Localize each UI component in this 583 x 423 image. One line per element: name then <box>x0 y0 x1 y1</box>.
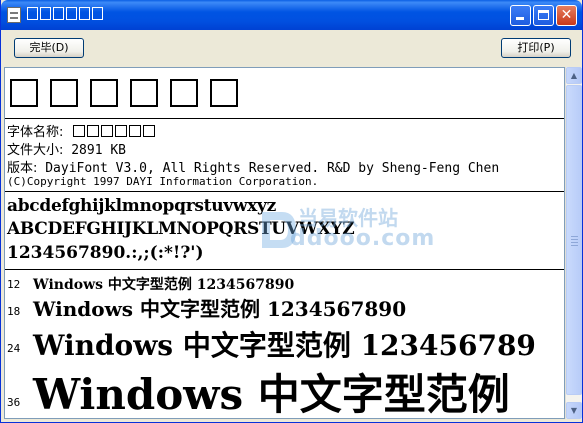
glyph-box <box>90 79 118 107</box>
arrow-up-icon: ▲ <box>570 71 578 80</box>
glyph-box <box>10 79 38 107</box>
glyph-box <box>87 125 100 137</box>
grip-line <box>571 236 578 237</box>
glyph-box <box>129 125 142 137</box>
size-sample-18: Windows 中文字型范例 1234567890 <box>33 297 407 321</box>
scrollbar-thumb[interactable] <box>566 85 582 395</box>
close-icon: ✕ <box>560 7 573 23</box>
version-label: 版本: <box>7 161 38 176</box>
file-size-row: 文件大小: 2891 KB <box>7 139 126 158</box>
lowercase-sample: abcdefghijklmnopqrstuvwxyz <box>7 196 276 216</box>
size-sample-24: Windows 中文字型范例 123456789 <box>33 329 536 362</box>
font-name-glyphs <box>10 79 250 109</box>
divider <box>5 269 564 270</box>
font-name-row: 字体名称: <box>7 121 156 140</box>
maximize-icon <box>538 10 549 20</box>
file-size-value: 2891 KB <box>71 143 127 158</box>
minimize-icon <box>516 17 524 20</box>
print-button[interactable]: 打印(P) <box>501 38 571 58</box>
copyright-text: (C)Copyright 1997 DAYI Information Corpo… <box>7 175 319 188</box>
size-label-12: 12 <box>7 278 21 291</box>
font-viewer-window: ✕ 完毕(D) 打印(P) 字体名称: 文件大小: 2891 KB 版本: Da… <box>0 0 583 423</box>
title-glyph-box <box>53 7 64 20</box>
scroll-down-button[interactable]: ▼ <box>566 402 582 419</box>
title-glyph-box <box>27 7 38 20</box>
vertical-scrollbar[interactable]: ▲ ▼ <box>565 67 582 419</box>
minimize-button[interactable] <box>510 5 531 26</box>
grip-line <box>571 245 578 246</box>
maximize-button[interactable] <box>533 5 554 26</box>
title-bar[interactable]: ✕ <box>1 0 582 30</box>
font-preview-pane[interactable]: 字体名称: 文件大小: 2891 KB 版本: DayiFont V3.0, A… <box>4 67 565 419</box>
digits-sample: 1234567890.:,;(:*!?') <box>7 243 204 263</box>
glyph-box <box>101 125 114 137</box>
size-label-18: 18 <box>7 305 21 318</box>
glyph-box <box>170 79 198 107</box>
grip-line <box>571 242 578 243</box>
glyph-box <box>143 125 156 137</box>
arrow-down-icon: ▼ <box>570 406 578 415</box>
watermark: 当易软件站 ddooo.com <box>258 200 434 260</box>
size-label-24: 24 <box>7 342 21 355</box>
title-glyph-box <box>79 7 90 20</box>
version-value: DayiFont V3.0, All Rights Reserved. R&D … <box>45 161 500 176</box>
title-glyph-box <box>92 7 103 20</box>
watermark-url: ddooo.com <box>290 226 436 251</box>
font-name-label: 字体名称: <box>7 125 64 140</box>
size-sample-36: Windows 中文字型范例 <box>33 370 510 419</box>
glyph-box <box>115 125 128 137</box>
scroll-up-button[interactable]: ▲ <box>566 67 582 84</box>
file-size-label: 文件大小: <box>7 143 64 158</box>
version-row: 版本: DayiFont V3.0, All Rights Reserved. … <box>7 157 499 176</box>
done-button[interactable]: 完毕(D) <box>14 38 84 58</box>
window-title <box>27 7 105 22</box>
font-file-icon <box>7 7 21 23</box>
glyph-box <box>210 79 238 107</box>
divider <box>5 191 564 192</box>
glyph-box <box>73 125 86 137</box>
grip-line <box>571 239 578 240</box>
title-glyph-box <box>66 7 77 20</box>
glyph-box <box>130 79 158 107</box>
size-sample-12: Windows 中文字型范例 1234567890 <box>33 277 295 293</box>
glyph-box <box>50 79 78 107</box>
close-button[interactable]: ✕ <box>556 5 577 26</box>
size-label-36: 36 <box>7 396 21 409</box>
divider <box>5 118 564 119</box>
title-glyph-box <box>40 7 51 20</box>
